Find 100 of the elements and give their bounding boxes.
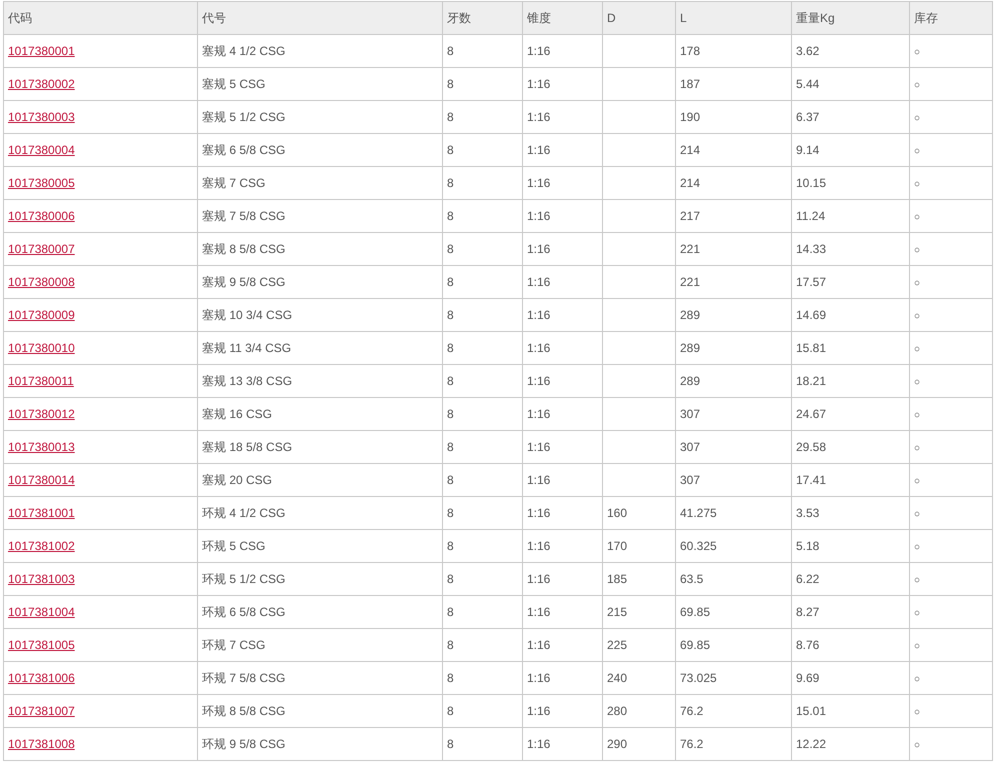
table-cell-text: 225 <box>607 638 628 652</box>
table-cell-text: 塞规 5 1/2 CSG <box>202 110 286 124</box>
product-code-link[interactable]: 1017381008 <box>8 737 75 751</box>
table-cell-text: 1:16 <box>527 506 550 520</box>
table-cell-text: 290 <box>607 737 628 751</box>
product-code-link[interactable]: 1017380008 <box>8 275 75 289</box>
table-cell-text: 214 <box>680 143 700 157</box>
table-cell-text: 289 <box>680 308 700 322</box>
table-cell-text: 3.53 <box>796 506 820 520</box>
product-code-link[interactable]: 1017381003 <box>8 572 75 586</box>
product-code-link[interactable]: 1017381007 <box>8 704 75 718</box>
table-cell-text: 14.69 <box>796 308 826 322</box>
stock-mark: ○ <box>914 542 920 553</box>
product-code-link[interactable]: 1017381001 <box>8 506 75 520</box>
table-cell-text: 214 <box>680 176 700 190</box>
product-code-link[interactable]: 1017380004 <box>8 143 75 157</box>
table-cell-text: 9.14 <box>796 143 820 157</box>
table-cell-text: 1:16 <box>527 539 550 553</box>
table-cell-text: 69.85 <box>680 605 710 619</box>
table-cell-text: 塞规 8 5/8 CSG <box>202 242 286 256</box>
product-code-link[interactable]: 1017380013 <box>8 440 75 454</box>
stock-mark: ○ <box>914 575 920 586</box>
product-code-link[interactable]: 1017380002 <box>8 77 75 91</box>
table-cell-text: 8 <box>447 572 454 586</box>
stock-mark: ○ <box>914 212 920 223</box>
table-cell-text: 环规 5 1/2 CSG <box>202 572 286 586</box>
table-cell-text: 289 <box>680 374 700 388</box>
table-cell-text: 17.41 <box>796 473 826 487</box>
table-cell-text: 环规 7 CSG <box>202 638 266 652</box>
product-code-link[interactable]: 1017380014 <box>8 473 75 487</box>
product-code-link[interactable]: 1017381004 <box>8 605 75 619</box>
table-cell-text: 76.2 <box>680 704 704 718</box>
table-cell-text: 1:16 <box>527 638 550 652</box>
stock-mark: ○ <box>914 509 920 520</box>
table-cell-text: 1:16 <box>527 110 550 124</box>
table-cell-text: 1:16 <box>527 176 550 190</box>
table-cell-text: 1:16 <box>527 671 550 685</box>
table-cell-text: 8 <box>447 671 454 685</box>
stock-mark: ○ <box>914 476 920 487</box>
stock-mark: ○ <box>914 608 920 619</box>
column-header: 代号 <box>202 11 226 25</box>
table-cell-text: 6.22 <box>796 572 820 586</box>
table-cell-text: 塞规 5 CSG <box>202 77 266 91</box>
table-cell-text: 14.33 <box>796 242 826 256</box>
column-header: 代码 <box>8 11 32 25</box>
table-cell-text: 塞规 7 5/8 CSG <box>202 209 286 223</box>
product-code-link[interactable]: 1017380001 <box>8 44 75 58</box>
table-cell-text: 8 <box>447 143 454 157</box>
product-code-link[interactable]: 1017380006 <box>8 209 75 223</box>
column-header: 库存 <box>914 11 938 25</box>
table-cell-text: 塞规 13 3/8 CSG <box>202 374 292 388</box>
table-cell-text: 289 <box>680 341 700 355</box>
table-cell-text: 221 <box>680 275 700 289</box>
stock-mark: ○ <box>914 80 920 91</box>
table-cell-text: 8 <box>447 506 454 520</box>
product-code-link[interactable]: 1017380003 <box>8 110 75 124</box>
table-cell-text: 塞规 16 CSG <box>202 407 272 421</box>
table-cell-text: 1:16 <box>527 44 550 58</box>
table-cell-text: 环规 6 5/8 CSG <box>202 605 286 619</box>
table-cell-text: 塞规 20 CSG <box>202 473 272 487</box>
product-code-link[interactable]: 1017380010 <box>8 341 75 355</box>
product-code-link[interactable]: 1017380012 <box>8 407 75 421</box>
table-cell-text: 280 <box>607 704 628 718</box>
table-cell-text: 1:16 <box>527 737 550 751</box>
table-cell-text: 8.76 <box>796 638 820 652</box>
product-code-link[interactable]: 1017380005 <box>8 176 75 190</box>
table-cell-text: 8 <box>447 374 454 388</box>
stock-mark: ○ <box>914 344 920 355</box>
table-cell-text: 69.85 <box>680 638 710 652</box>
table-cell-text: 5.44 <box>796 77 820 91</box>
product-code-link[interactable]: 1017380011 <box>8 374 74 388</box>
stock-mark: ○ <box>914 278 920 289</box>
stock-mark: ○ <box>914 674 920 685</box>
table-cell-text: 29.58 <box>796 440 826 454</box>
product-code-link[interactable]: 1017381006 <box>8 671 75 685</box>
stock-mark: ○ <box>914 641 920 652</box>
table-cell-text: 1:16 <box>527 572 550 586</box>
product-code-link[interactable]: 1017381002 <box>8 539 75 553</box>
table-cell-text: 1:16 <box>527 77 550 91</box>
table-cell-text: 8 <box>447 737 454 751</box>
table-cell-text: 307 <box>680 473 700 487</box>
table-cell-text: 1:16 <box>527 374 550 388</box>
product-code-link[interactable]: 1017381005 <box>8 638 75 652</box>
table-cell-text: 221 <box>680 242 700 256</box>
table-cell-text: 8 <box>447 440 454 454</box>
product-code-link[interactable]: 1017380009 <box>8 308 75 322</box>
table-cell-text: 1:16 <box>527 143 550 157</box>
stock-mark: ○ <box>914 740 920 751</box>
table-cell-text: 环规 9 5/8 CSG <box>202 737 286 751</box>
table-cell-text: 3.62 <box>796 44 820 58</box>
table-cell-text: 环规 5 CSG <box>202 539 266 553</box>
table-cell-text: 17.57 <box>796 275 826 289</box>
table-cell-text: 塞规 11 3/4 CSG <box>202 341 292 355</box>
table-cell-text: 塞规 18 5/8 CSG <box>202 440 292 454</box>
product-code-link[interactable]: 1017380007 <box>8 242 75 256</box>
table-cell-text: 18.21 <box>796 374 826 388</box>
table-cell-text: 8 <box>447 176 454 190</box>
table-cell-text: 240 <box>607 671 628 685</box>
stock-mark: ○ <box>914 47 920 58</box>
table-cell-text: 8 <box>447 473 454 487</box>
